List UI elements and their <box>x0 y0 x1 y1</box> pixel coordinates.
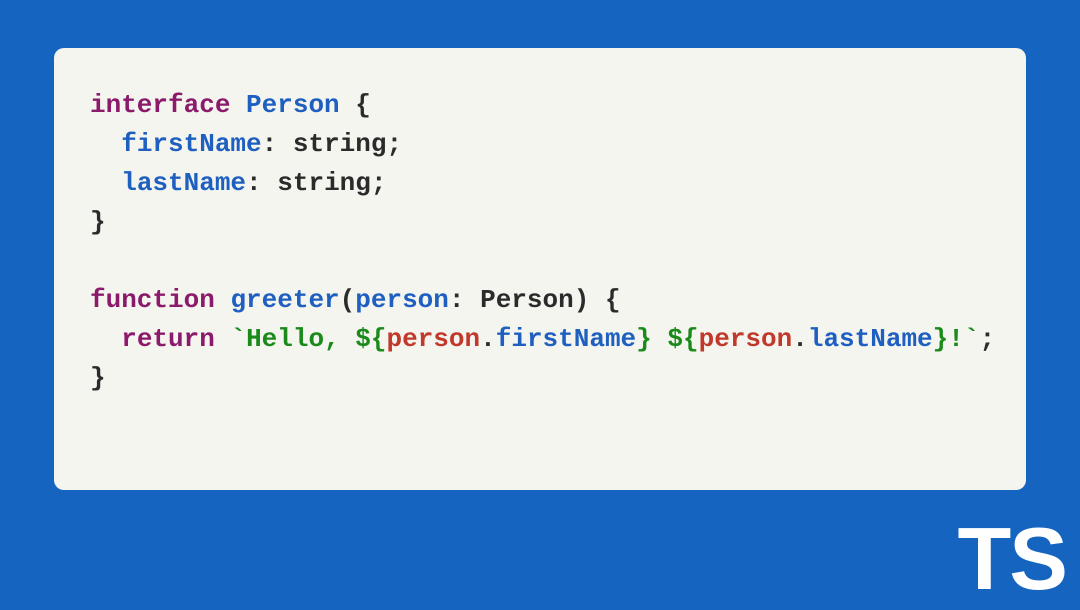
brace-open: { <box>340 90 371 120</box>
keyword-return: return <box>121 324 215 354</box>
code-line-3: lastName: string; <box>90 164 990 203</box>
prop-firstname: firstName <box>121 129 261 159</box>
code-line-8: } <box>90 359 990 398</box>
tmpl-prop-firstname: firstName <box>496 324 636 354</box>
brace-close: } <box>90 363 106 393</box>
code-line-5 <box>90 242 990 281</box>
type-string: string <box>277 168 371 198</box>
keyword-function: function <box>90 285 215 315</box>
prop-lastname: lastName <box>121 168 246 198</box>
fn-name-greeter: greeter <box>230 285 339 315</box>
tmpl-obj-person: person <box>387 324 481 354</box>
type-name-person: Person <box>246 90 340 120</box>
tmpl-prop-lastname: lastName <box>808 324 933 354</box>
code-line-7: return `Hello, ${person.firstName} ${per… <box>90 320 990 359</box>
param-person: person <box>355 285 449 315</box>
code-line-2: firstName: string; <box>90 125 990 164</box>
type-string: string <box>293 129 387 159</box>
param-type-person: Person <box>480 285 574 315</box>
str-hello: Hello, <box>246 324 355 354</box>
backtick-open: ` <box>215 324 246 354</box>
tmpl-open: ${ <box>667 324 698 354</box>
tmpl-obj-person: person <box>699 324 793 354</box>
tmpl-open: ${ <box>355 324 386 354</box>
code-line-1: interface Person { <box>90 86 990 125</box>
keyword-interface: interface <box>90 90 230 120</box>
brace-close: } <box>90 207 106 237</box>
backtick-close: ` <box>964 324 980 354</box>
tmpl-close: } <box>636 324 652 354</box>
code-line-6: function greeter(person: Person) { <box>90 281 990 320</box>
code-panel: interface Person { firstName: string; la… <box>54 48 1026 490</box>
code-line-4: } <box>90 203 990 242</box>
typescript-logo: TS <box>958 508 1066 610</box>
tmpl-close: } <box>933 324 949 354</box>
